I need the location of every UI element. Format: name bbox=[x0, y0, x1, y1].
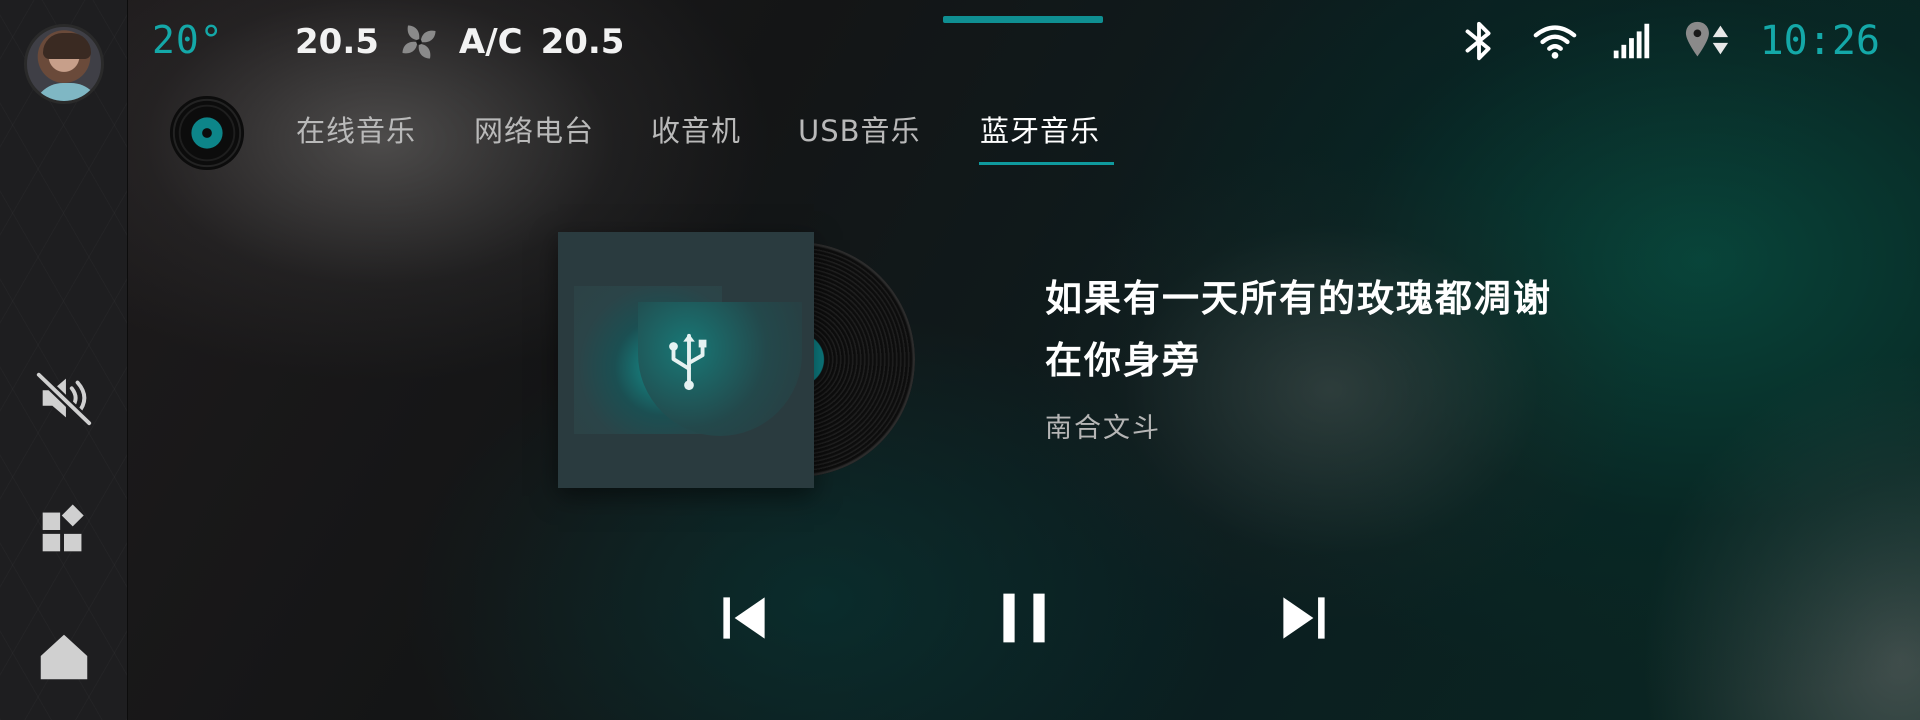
tab-usb-music[interactable]: USB音乐 bbox=[798, 108, 921, 150]
tab-internet-radio[interactable]: 网络电台 bbox=[474, 108, 594, 150]
previous-track-button[interactable] bbox=[712, 586, 776, 650]
ac-button[interactable]: A/C bbox=[459, 22, 523, 62]
tab-online-music[interactable]: 在线音乐 bbox=[296, 108, 416, 150]
usb-icon bbox=[669, 333, 707, 391]
status-bar: 20° 20.5 A/C 20.5 10:26 bbox=[128, 0, 1920, 84]
location-navigation-icon bbox=[1685, 21, 1728, 57]
outside-temperature: 20° bbox=[152, 18, 224, 62]
apps-icon[interactable] bbox=[30, 496, 98, 564]
climate-right-temp[interactable]: 20.5 bbox=[541, 22, 625, 62]
track-title: 如果有一天所有的玫瑰都凋谢在你身旁 bbox=[1045, 277, 1552, 382]
skip-next-icon bbox=[1283, 597, 1325, 639]
cellular-signal-icon bbox=[1613, 23, 1649, 59]
sidebar bbox=[0, 0, 128, 720]
pull-down-handle[interactable] bbox=[943, 16, 1103, 23]
play-pause-button[interactable] bbox=[992, 586, 1056, 650]
tab-radio[interactable]: 收音机 bbox=[651, 108, 741, 150]
status-icons: 10:26 bbox=[1456, 18, 1880, 64]
active-tab-indicator bbox=[979, 162, 1114, 165]
climate-left-temp[interactable]: 20.5 bbox=[295, 22, 379, 62]
home-icon[interactable] bbox=[30, 622, 98, 690]
pause-icon bbox=[1003, 593, 1045, 643]
skip-previous-icon bbox=[723, 597, 765, 639]
next-track-button[interactable] bbox=[1272, 586, 1336, 650]
music-disc-icon bbox=[169, 95, 245, 171]
wifi-icon bbox=[1533, 25, 1576, 59]
user-avatar[interactable] bbox=[24, 24, 104, 104]
bluetooth-icon bbox=[1465, 21, 1491, 61]
album-art bbox=[558, 232, 814, 488]
tab-bluetooth-music[interactable]: 蓝牙音乐 bbox=[980, 108, 1100, 150]
mute-icon[interactable] bbox=[30, 364, 98, 432]
climate-controls: 20.5 A/C 20.5 bbox=[295, 20, 624, 64]
track-artist: 南合文斗 bbox=[1045, 413, 1161, 444]
fan-icon[interactable] bbox=[397, 20, 441, 64]
clock: 10:26 bbox=[1759, 18, 1880, 64]
